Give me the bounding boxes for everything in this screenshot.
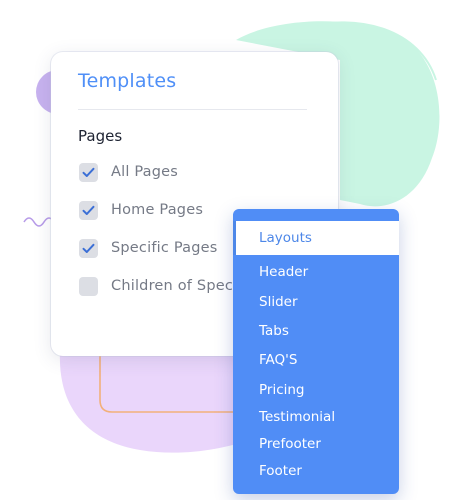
- wavy-line: [23, 217, 55, 227]
- menu-item-layouts[interactable]: Layouts: [233, 221, 399, 255]
- option-all-pages[interactable]: All Pages: [79, 161, 178, 183]
- template-type-menu: Layouts Header Slider Tabs FAQ'S Pricing…: [233, 209, 399, 494]
- panel-title: Templates: [78, 70, 177, 92]
- menu-item-testimonial[interactable]: Testimonial: [233, 405, 399, 429]
- menu-item-prefooter[interactable]: Prefooter: [233, 432, 399, 456]
- pages-section-label: Pages: [78, 127, 123, 145]
- check-icon: [82, 205, 95, 215]
- menu-item-slider[interactable]: Slider: [233, 290, 399, 314]
- option-home-pages[interactable]: Home Pages: [79, 199, 203, 221]
- stage: Templates Pages All Pages Home Pages Spe…: [0, 0, 451, 500]
- panel-divider: [78, 109, 307, 110]
- option-specific-pages[interactable]: Specific Pages: [79, 237, 218, 259]
- check-icon: [82, 243, 95, 253]
- check-icon: [82, 167, 95, 177]
- menu-item-footer[interactable]: Footer: [233, 459, 399, 483]
- option-label: Home Pages: [111, 202, 204, 218]
- menu-item-faqs[interactable]: FAQ'S: [233, 348, 399, 372]
- children-pages-checkbox[interactable]: [79, 276, 98, 296]
- menu-item-header[interactable]: Header: [233, 260, 399, 284]
- option-label: Specific Pages: [111, 240, 218, 256]
- specific-pages-checkbox[interactable]: [79, 238, 98, 258]
- all-pages-checkbox[interactable]: [79, 162, 98, 182]
- menu-item-pricing[interactable]: Pricing: [233, 378, 399, 402]
- home-pages-checkbox[interactable]: [79, 200, 98, 220]
- option-label: All Pages: [111, 164, 179, 180]
- menu-item-tabs[interactable]: Tabs: [233, 319, 399, 343]
